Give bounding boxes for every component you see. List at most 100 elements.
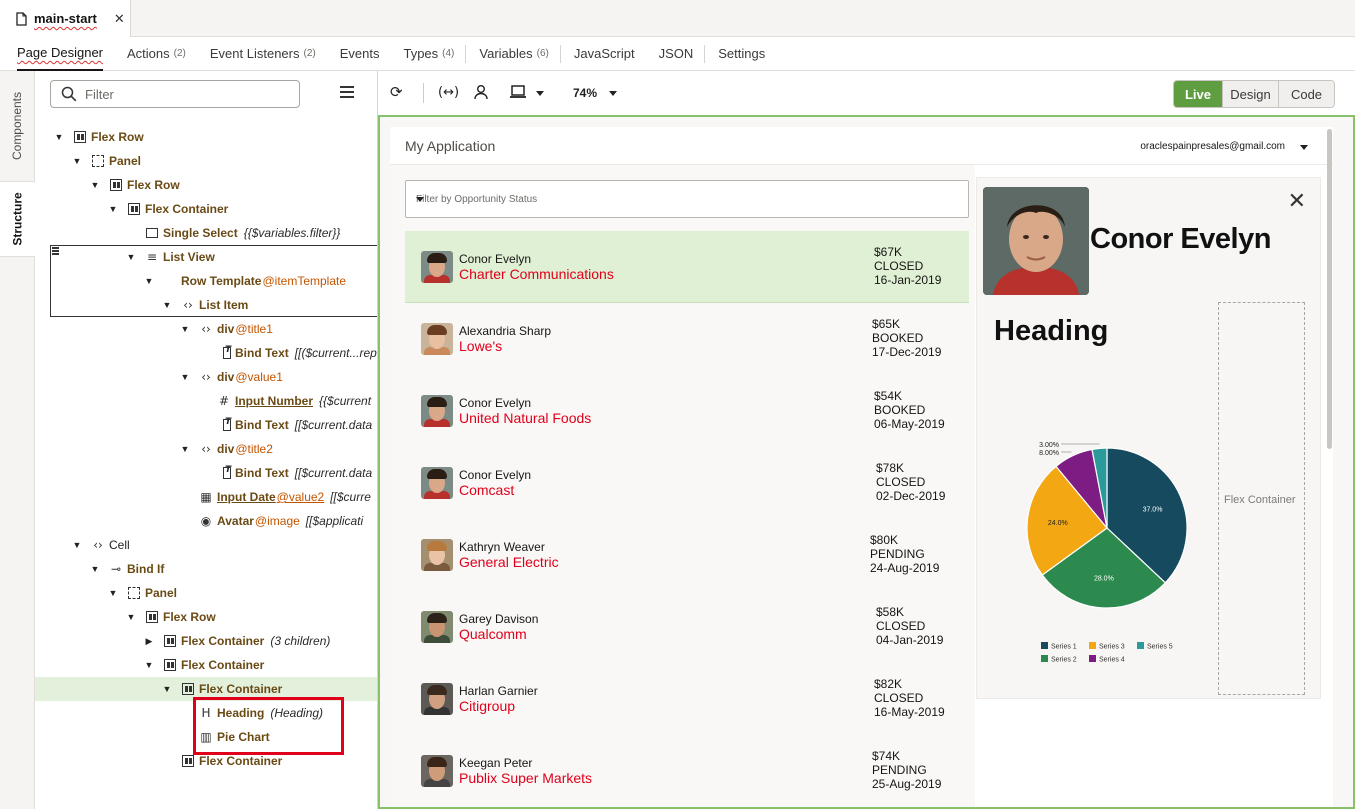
zoom-chevron-down-icon[interactable] (609, 91, 617, 96)
legend-label[interactable]: Series 3 (1099, 644, 1125, 651)
tab-page-designer[interactable]: Page Designer (17, 37, 103, 71)
close-tab-icon[interactable]: ✕ (114, 11, 125, 27)
tree-node[interactable]: ▼ Flex Row (35, 605, 377, 629)
tree-node-binding: [[$current.data (294, 418, 373, 432)
list-item[interactable]: Alexandria Sharp Lowe's $65K BOOKED 17-Dec-2… (405, 303, 969, 375)
tree-node-name: Flex Row (163, 610, 216, 624)
collapse-toggle-icon[interactable]: ▼ (90, 564, 100, 574)
collapse-toggle-icon[interactable]: ▼ (144, 660, 154, 670)
status-filter-select[interactable]: Filter by Opportunity Status (405, 180, 969, 218)
tab-types[interactable]: Types (4) (403, 37, 454, 71)
list-item[interactable]: Conor Evelyn United Natural Foods $54K BOOK… (405, 375, 969, 447)
collapse-toggle-icon[interactable]: ▼ (90, 180, 100, 190)
opportunity-status: BOOKED (874, 403, 926, 417)
tree-node[interactable]: ▼ ‹› List Item (35, 293, 377, 317)
tree-node[interactable]: ▼ ‹› div @title1 (35, 317, 377, 341)
list-item[interactable]: Keegan Peter Publix Super Markets $74K PEND… (405, 735, 969, 807)
tab-label: JSON (658, 46, 694, 61)
legend-label[interactable]: Series 1 (1051, 644, 1077, 651)
user-menu[interactable]: oraclespainpresales@gmail.com (1140, 141, 1285, 152)
list-item[interactable]: Harlan Garnier Citigroup $82K CLOSED 16-May-… (405, 663, 969, 735)
tree-node[interactable]: ▼ ⊸ Bind If (35, 557, 377, 581)
portrait-image (983, 187, 1089, 295)
tree-node[interactable]: ▼ Row Template @itemTemplate (35, 245, 377, 317)
legend-swatch (1089, 655, 1096, 662)
collapse-toggle-icon[interactable]: ▼ (162, 684, 172, 694)
list-item[interactable]: Garey Davison Qualcomm $58K CLOSED 04-Jan-20… (405, 591, 969, 663)
company-name: Publix Super Markets (459, 770, 593, 786)
structure-filter-input[interactable] (85, 86, 285, 102)
menu-icon[interactable] (340, 86, 354, 100)
collapse-toggle-icon[interactable]: ▼ (180, 324, 190, 334)
tree-node[interactable]: ▦ Input Date @value2 [[$curre (35, 485, 377, 509)
tab-json[interactable]: JSON (659, 37, 694, 71)
collapse-toggle-icon[interactable]: ▼ (126, 612, 136, 622)
tree-node[interactable]: Bind Text [[$current.data (35, 413, 377, 437)
tab-variables[interactable]: Variables (6) (479, 37, 548, 71)
flex-container-placeholder[interactable]: Flex Container (1218, 302, 1305, 695)
legend-label[interactable]: Series 2 (1051, 657, 1077, 664)
list-item[interactable]: Conor Evelyn Comcast $78K CLOSED 02-Dec-2019 (405, 447, 969, 519)
refresh-icon[interactable]: ⟳ (390, 83, 403, 101)
scrollbar[interactable] (1327, 129, 1332, 449)
tree-node-name: Flex Row (127, 178, 180, 192)
tab-settings[interactable]: Settings (718, 37, 765, 71)
tree-node[interactable]: ▼ ‹› div @title2 (35, 437, 377, 461)
branch-icon: ⊸ (110, 562, 122, 576)
legend-label[interactable]: Series 5 (1147, 644, 1173, 651)
tree-node[interactable]: ▼ Panel (35, 149, 377, 173)
tab-components[interactable]: Components (0, 71, 35, 181)
tree-node[interactable]: Bind Text [[($current...rep (35, 341, 377, 365)
mode-code-button[interactable]: Code (1278, 81, 1334, 107)
flex-icon (145, 610, 159, 624)
tree-node[interactable]: ▼ Flex Container (35, 653, 377, 677)
close-icon[interactable]: ✕ (1288, 188, 1306, 214)
collapse-toggle-icon[interactable]: ▼ (108, 204, 118, 214)
collapse-toggle-icon[interactable]: ▼ (54, 132, 64, 142)
mode-design-button[interactable]: Design (1222, 81, 1278, 107)
legend-swatch (1137, 642, 1144, 649)
tab-javascript[interactable]: JavaScript (574, 37, 635, 71)
collapse-toggle-icon[interactable]: ▼ (180, 444, 190, 454)
tree-node-name: Flex Row (91, 130, 144, 144)
variables-icon[interactable]: (↔) (438, 85, 459, 100)
opportunity-status: BOOKED (872, 331, 924, 345)
collapse-toggle-icon[interactable]: ▼ (72, 156, 82, 166)
user-chevron-down-icon[interactable] (1300, 145, 1308, 150)
collapse-toggle-icon[interactable]: ▼ (162, 300, 172, 310)
tree-node[interactable]: ◉ Avatar @image [[$applicati (35, 509, 377, 533)
list-item[interactable]: Kathryn Weaver General Electric $80K PENDIN… (405, 519, 969, 591)
tree-node[interactable]: Single Select {{$variables.filter}} (35, 221, 377, 245)
tab-actions[interactable]: Actions (2) (127, 37, 186, 71)
expand-toggle-icon[interactable]: ▶ (144, 636, 154, 646)
tree-node[interactable]: ▼ Flex Row (35, 125, 377, 149)
structure-filter[interactable] (50, 80, 300, 108)
collapse-toggle-icon[interactable]: ▼ (180, 372, 190, 382)
opportunity-amount: $80K (870, 533, 899, 547)
tree-node[interactable]: # Input Number {{$current (35, 389, 377, 413)
avatar (421, 323, 453, 355)
zoom-level[interactable]: 74% (573, 86, 597, 100)
device-icon[interactable] (510, 85, 526, 99)
tab-events[interactable]: Events (340, 37, 380, 71)
tree-node[interactable]: ▼ Flex Container (35, 197, 377, 221)
user-icon[interactable] (473, 84, 489, 100)
tab-structure[interactable]: Structure (0, 181, 35, 257)
tab-event-listeners[interactable]: Event Listeners (2) (210, 37, 316, 71)
tree-node[interactable]: ▼ ‹› Cell (35, 533, 377, 557)
tree-node-binding: {{$variables.filter}} (243, 226, 341, 240)
list-item[interactable]: Conor Evelyn Charter Communications $67K CL… (405, 231, 969, 303)
legend-label[interactable]: Series 4 (1099, 657, 1125, 664)
file-tab-main-start[interactable]: main-start ✕ (0, 0, 131, 37)
tree-node[interactable]: ▼ Flex Row (35, 173, 377, 197)
collapse-toggle-icon[interactable]: ▼ (72, 540, 82, 550)
tree-node[interactable]: Bind Text [[$current.data (35, 461, 377, 485)
tree-node[interactable]: ▶ Flex Container (3 children) (35, 629, 377, 653)
tree-node-binding: [[$curre (330, 490, 371, 504)
chevron-down-icon[interactable] (416, 197, 424, 202)
mode-live-button[interactable]: Live (1174, 81, 1222, 107)
device-chevron-down-icon[interactable] (536, 91, 544, 96)
tree-node[interactable]: ▼ ‹› div @value1 (35, 365, 377, 389)
tree-node[interactable]: ▼ Panel (35, 581, 377, 605)
collapse-toggle-icon[interactable]: ▼ (108, 588, 118, 598)
